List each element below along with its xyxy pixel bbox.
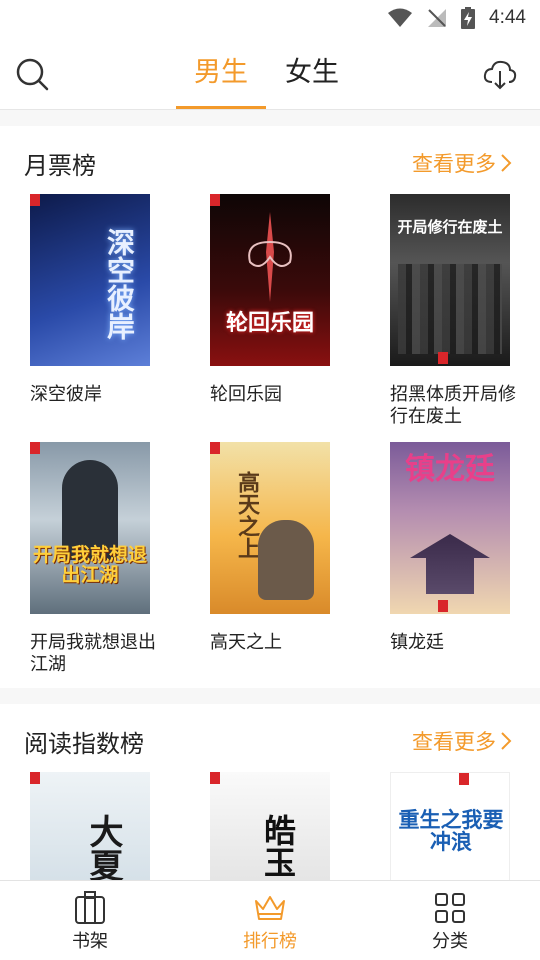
nav-label: 书架 bbox=[72, 931, 108, 952]
book-cover[interactable]: 重生之我要冲浪 bbox=[390, 772, 510, 880]
book-item[interactable]: 大夏 bbox=[30, 772, 180, 880]
cover-title: 高天之上 bbox=[234, 471, 259, 559]
book-item[interactable]: 皓玉 bbox=[210, 772, 360, 880]
character-graphic bbox=[258, 520, 314, 600]
bottom-navigation: 书架 排行榜 分类 bbox=[0, 880, 540, 960]
pagoda-graphic bbox=[410, 534, 490, 594]
book-cover[interactable]: 开局我就想退出江湖 bbox=[30, 442, 150, 614]
section-monthly-ticket: 月票榜 查看更多 深空彼岸 深空彼岸 轮回乐园 轮回乐园 开局修行在废土 招黑体… bbox=[0, 126, 540, 688]
publisher-badge bbox=[210, 442, 220, 454]
grid-icon bbox=[435, 893, 465, 923]
view-more-button[interactable]: 查看更多 bbox=[412, 148, 512, 178]
book-cover[interactable]: 高天之上 bbox=[210, 442, 330, 614]
nav-label: 排行榜 bbox=[243, 931, 297, 952]
chevron-right-icon bbox=[501, 732, 512, 750]
book-item[interactable]: 开局我就想退出江湖 开局我就想退出江湖 bbox=[30, 442, 180, 676]
section-reading-index: 阅读指数榜 查看更多 大夏 皓玉 重生之我要冲浪 bbox=[0, 704, 540, 880]
nav-label: 分类 bbox=[432, 931, 468, 952]
book-cover[interactable]: 深空彼岸 bbox=[30, 194, 150, 366]
top-header: 男生 女生 bbox=[0, 36, 540, 110]
bookshelf-icon bbox=[75, 891, 105, 924]
book-title: 镇龙廷 bbox=[390, 632, 444, 653]
view-more-label: 查看更多 bbox=[412, 152, 496, 176]
publisher-badge bbox=[30, 194, 40, 206]
publisher-badge bbox=[210, 772, 220, 784]
publisher-badge bbox=[210, 194, 220, 206]
cover-title: 镇龙廷 bbox=[405, 452, 495, 487]
book-item[interactable]: 镇龙廷 镇龙廷 bbox=[390, 442, 540, 654]
cover-title: 皓玉 bbox=[259, 814, 297, 878]
cover-title: 大夏 bbox=[83, 814, 123, 880]
book-item[interactable]: 高天之上 高天之上 bbox=[210, 442, 360, 654]
wifi-icon bbox=[388, 8, 413, 27]
cover-title: 深空彼岸 bbox=[103, 228, 136, 340]
crown-icon bbox=[255, 896, 285, 920]
section-title: 月票榜 bbox=[24, 152, 96, 180]
tab-female[interactable]: 女生 bbox=[285, 56, 339, 90]
publisher-badge bbox=[30, 772, 40, 784]
book-title: 轮回乐园 bbox=[210, 384, 282, 405]
book-item[interactable]: 重生之我要冲浪 bbox=[390, 772, 540, 880]
book-cover[interactable]: 大夏 bbox=[30, 772, 150, 880]
view-more-label: 查看更多 bbox=[412, 730, 496, 754]
publisher-badge bbox=[438, 352, 448, 364]
book-item[interactable]: 轮回乐园 轮回乐园 bbox=[210, 194, 360, 406]
tab-male[interactable]: 男生 bbox=[194, 56, 248, 90]
book-title: 开局我就想退出江湖 bbox=[30, 632, 156, 675]
active-tab-indicator bbox=[176, 106, 266, 109]
cover-title: 开局修行在废土 bbox=[397, 218, 503, 236]
status-time: 4:44 bbox=[489, 7, 526, 28]
cloud-download-icon[interactable] bbox=[482, 56, 518, 92]
cover-title: 轮回乐园 bbox=[225, 311, 314, 336]
search-icon[interactable] bbox=[14, 56, 50, 92]
book-title: 深空彼岸 bbox=[30, 384, 102, 405]
chevron-right-icon bbox=[501, 154, 512, 172]
ranking-content[interactable]: 月票榜 查看更多 深空彼岸 深空彼岸 轮回乐园 轮回乐园 开局修行在废土 招黑体… bbox=[0, 110, 540, 880]
no-signal-icon bbox=[428, 9, 447, 27]
nav-ranking[interactable]: 排行榜 bbox=[210, 891, 330, 953]
ornament-graphic bbox=[248, 212, 292, 302]
book-cover[interactable]: 皓玉 bbox=[210, 772, 330, 880]
book-title: 高天之上 bbox=[210, 632, 282, 653]
nav-category[interactable]: 分类 bbox=[390, 891, 510, 953]
publisher-badge bbox=[459, 773, 469, 785]
view-more-button[interactable]: 查看更多 bbox=[412, 726, 512, 756]
publisher-badge bbox=[30, 442, 40, 454]
book-item[interactable]: 深空彼岸 深空彼岸 bbox=[30, 194, 180, 406]
book-cover[interactable]: 开局修行在废土 bbox=[390, 194, 510, 366]
nav-bookshelf[interactable]: 书架 bbox=[30, 891, 150, 953]
status-bar: 4:44 bbox=[0, 0, 540, 36]
ruined-city-graphic bbox=[398, 264, 502, 354]
book-cover[interactable]: 镇龙廷 bbox=[390, 442, 510, 614]
book-cover[interactable]: 轮回乐园 bbox=[210, 194, 330, 366]
book-item[interactable]: 开局修行在废土 招黑体质开局修行在废土 bbox=[390, 194, 540, 428]
publisher-badge bbox=[438, 600, 448, 612]
battery-charging-icon bbox=[461, 7, 476, 29]
cover-title: 重生之我要冲浪 bbox=[398, 808, 504, 855]
section-title: 阅读指数榜 bbox=[24, 730, 144, 758]
cover-title: 开局我就想退出江湖 bbox=[32, 544, 147, 586]
book-title: 招黑体质开局修行在废土 bbox=[390, 384, 516, 427]
